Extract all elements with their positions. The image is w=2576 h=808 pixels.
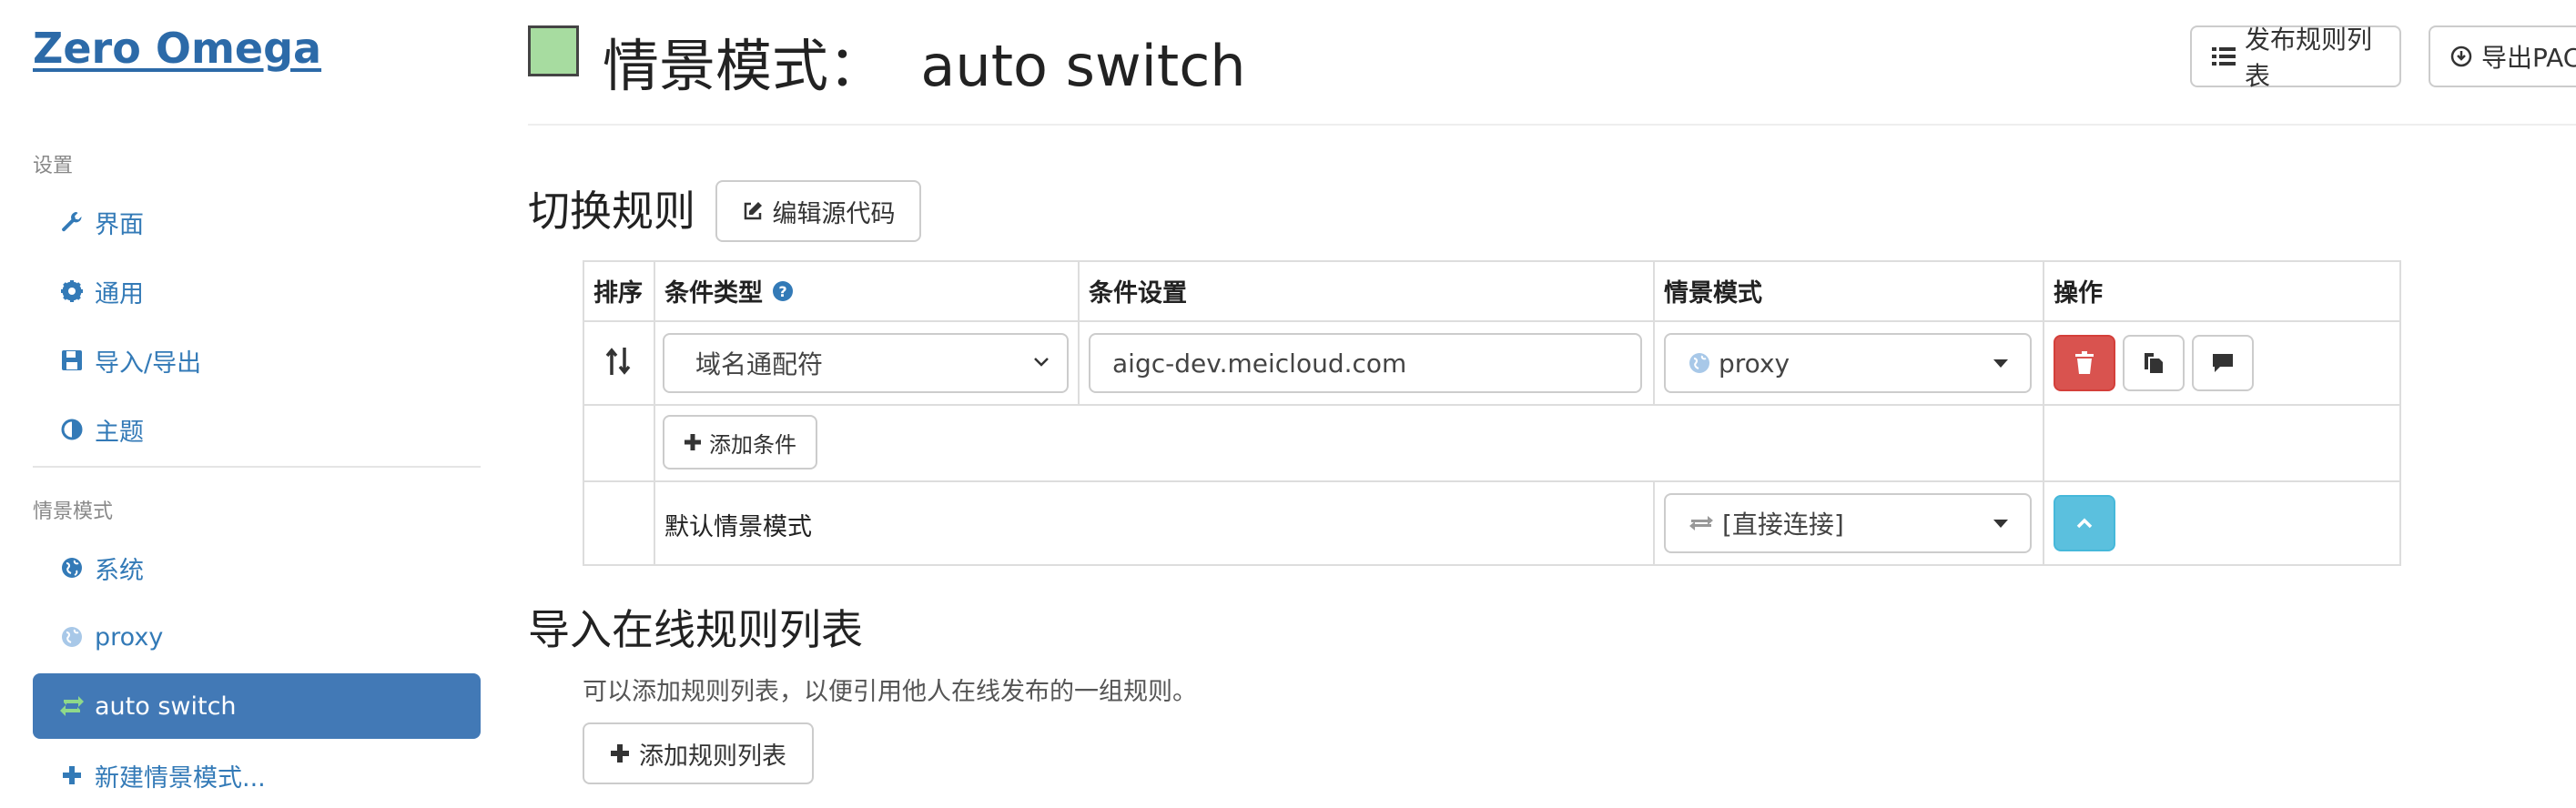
sidebar-item-label: auto switch <box>95 692 237 721</box>
table-border <box>583 320 2401 322</box>
table-border <box>583 260 584 566</box>
sort-handle-icon[interactable] <box>604 346 632 377</box>
sidebar-item-proxy[interactable]: proxy <box>33 604 481 670</box>
copy-icon <box>2143 351 2165 375</box>
globe-light-icon <box>1688 351 1711 375</box>
online-rules-description: 可以添加规则列表，以便引用他人在线发布的一组规则。 <box>583 678 1197 706</box>
profile-color-swatch[interactable] <box>528 25 579 76</box>
publish-rule-list-label: 发布规则列表 <box>2245 25 2373 91</box>
default-profile-value: [直接连接] <box>1722 510 1844 540</box>
online-rules-heading: 导入在线规则列表 <box>528 605 863 654</box>
table-border <box>2043 260 2044 566</box>
column-header-order: 排序 <box>593 279 643 308</box>
caret-down-icon <box>1993 359 2008 368</box>
sidebar-item-label: 系统 <box>95 556 144 585</box>
default-profile-label: 默认情景模式 <box>664 513 812 541</box>
column-header-label: 条件类型 <box>664 279 763 308</box>
plus-icon <box>684 433 702 451</box>
table-border <box>1653 480 1655 566</box>
download-circle-icon <box>2450 45 2472 67</box>
note-rule-button[interactable] <box>2192 335 2254 391</box>
trash-icon <box>2074 351 2094 375</box>
globe-light-icon <box>58 623 86 651</box>
condition-type-select[interactable]: 域名通配符 <box>663 333 1069 393</box>
header-divider <box>528 124 2576 126</box>
condition-pattern-value: aigc-dev.meicloud.com <box>1112 348 1407 379</box>
globe-icon <box>58 554 86 581</box>
table-border <box>654 260 655 566</box>
comment-icon <box>2211 352 2235 374</box>
publish-rule-list-button[interactable]: 发布规则列表 <box>2190 25 2401 91</box>
condition-type-value: 域名通配符 <box>695 349 824 379</box>
condition-pattern-input[interactable]: aigc-dev.meicloud.com <box>1089 333 1642 393</box>
table-border <box>1078 260 1080 406</box>
help-icon[interactable]: ? <box>772 280 794 302</box>
result-profile-value: proxy <box>1719 348 1790 379</box>
sidebar-item-label: 主题 <box>95 418 144 447</box>
chevron-up-icon <box>2075 517 2094 530</box>
sidebar-item-new-profile[interactable]: 新建情景模式... <box>33 742 481 808</box>
sidebar-item-label: 导入/导出 <box>95 348 202 378</box>
switch-rules-heading: 切换规则 <box>528 187 695 236</box>
add-condition-button[interactable]: 添加条件 <box>663 415 817 470</box>
column-header-profile: 情景模式 <box>1664 279 1762 308</box>
list-icon <box>2212 45 2236 67</box>
edit-source-button[interactable]: 编辑源代码 <box>715 180 921 242</box>
wrench-icon <box>58 208 86 236</box>
add-rule-list-label: 添加规则列表 <box>639 742 786 771</box>
delete-rule-button[interactable] <box>2054 335 2115 391</box>
plus-icon <box>58 762 86 789</box>
export-pac-button[interactable]: 导出PAC <box>2429 25 2576 87</box>
table-border <box>583 564 2401 566</box>
add-rule-list-button[interactable]: 添加规则列表 <box>583 722 814 784</box>
column-header-actions: 操作 <box>2054 279 2103 308</box>
floppy-disk-icon <box>58 347 86 374</box>
sidebar-divider <box>33 466 481 468</box>
column-header-condition-details: 条件设置 <box>1089 279 1187 308</box>
edit-source-label: 编辑源代码 <box>772 199 896 228</box>
move-up-button[interactable] <box>2054 495 2115 551</box>
export-pac-label: 导出PAC <box>2481 43 2576 73</box>
sidebar-item-auto-switch[interactable]: auto switch <box>33 673 481 739</box>
chevron-down-icon <box>1032 355 1050 369</box>
default-profile-select[interactable]: [直接连接] <box>1664 493 2032 553</box>
column-header-condition-type: 条件类型 ? <box>664 273 794 308</box>
sidebar-item-label: 界面 <box>95 210 144 239</box>
sidebar-item-interface[interactable]: 界面 <box>33 189 481 255</box>
sidebar-item-label: 通用 <box>95 279 144 308</box>
switch-arrows-icon <box>58 692 86 720</box>
direct-connection-icon <box>1688 512 1715 534</box>
settings-section-header: 设置 <box>33 155 74 177</box>
table-border <box>2399 260 2401 566</box>
edit-icon <box>742 200 764 222</box>
table-border <box>1653 260 1655 406</box>
caret-down-icon <box>1993 520 2008 528</box>
sidebar-item-label: proxy <box>95 622 164 651</box>
table-border <box>583 404 2401 406</box>
contrast-icon <box>58 416 86 443</box>
profiles-section-header: 情景模式 <box>33 500 114 523</box>
gear-icon <box>58 278 86 305</box>
sidebar-item-system[interactable]: 系统 <box>33 535 481 601</box>
table-border <box>583 480 2401 482</box>
sidebar-item-theme[interactable]: 主题 <box>33 397 481 462</box>
page-title: 情景模式： auto switch <box>603 33 1246 99</box>
plus-icon <box>610 743 630 763</box>
table-border <box>583 260 2401 262</box>
sidebar-item-import-export[interactable]: 导入/导出 <box>33 328 481 393</box>
clone-rule-button[interactable] <box>2123 335 2185 391</box>
sidebar-item-general[interactable]: 通用 <box>33 258 481 324</box>
add-condition-label: 添加条件 <box>709 431 796 458</box>
sidebar-item-label: 新建情景模式... <box>95 763 266 793</box>
brand-logo-link[interactable]: Zero Omega <box>33 24 321 73</box>
svg-text:?: ? <box>778 283 786 300</box>
result-profile-select[interactable]: proxy <box>1664 333 2032 393</box>
sidebar: Zero Omega 设置 界面 通用 导入/导出 主题 情景模式 系统 pro… <box>0 0 510 804</box>
